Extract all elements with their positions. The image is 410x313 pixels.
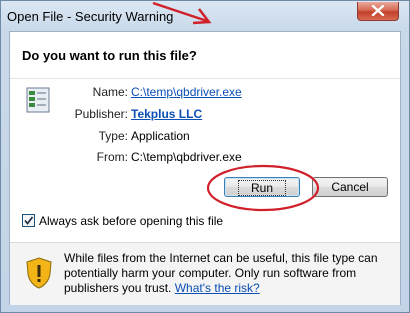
publisher-value-link[interactable]: Tekplus LLC xyxy=(131,107,202,121)
red-annotation-circle xyxy=(206,164,320,212)
whats-the-risk-link[interactable]: What's the risk? xyxy=(175,281,260,295)
close-icon xyxy=(371,5,385,16)
always-ask-checkbox[interactable] xyxy=(22,214,35,227)
checkmark-icon xyxy=(24,216,34,225)
divider xyxy=(10,78,400,79)
always-ask-label: Always ask before opening this file xyxy=(39,214,224,228)
type-value: Application xyxy=(131,129,190,143)
dialog-content: Do you want to run this file? Name: C:\t… xyxy=(9,31,401,305)
close-button[interactable] xyxy=(357,2,399,21)
security-warning-dialog: Open File - Security Warning Do you want… xyxy=(0,0,410,313)
title-bar[interactable]: Open File - Security Warning xyxy=(1,1,409,31)
name-label: Name: xyxy=(92,85,128,99)
publisher-label: Publisher: xyxy=(74,107,128,121)
red-annotation-arrow xyxy=(152,1,212,25)
dialog-question: Do you want to run this file? xyxy=(22,48,197,63)
from-label: From: xyxy=(96,150,128,164)
window-title: Open File - Security Warning xyxy=(7,9,174,24)
name-value-link[interactable]: C:\temp\qbdriver.exe xyxy=(131,85,242,99)
warning-text: While files from the Internet can be use… xyxy=(64,251,384,296)
shield-warning-icon xyxy=(26,257,52,289)
cancel-button[interactable]: Cancel xyxy=(312,177,388,197)
type-label: Type: xyxy=(98,129,128,143)
warning-panel: While files from the Internet can be use… xyxy=(10,242,400,305)
